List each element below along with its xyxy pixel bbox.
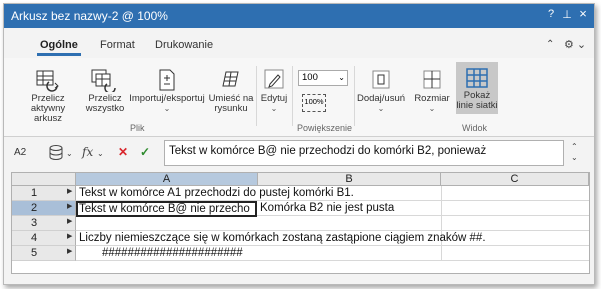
column-header-a[interactable]: A (76, 173, 258, 186)
edit-dropdown-icon: ⌄ (270, 104, 278, 113)
column-header-b[interactable]: B (258, 173, 441, 186)
spreadsheet-window: Arkusz bez nazwy-2 @ 100% ? ⊥ × Ogólne F… (3, 3, 595, 285)
import-export-icon (159, 69, 175, 91)
settings-gear-icon[interactable]: ⚙ ⌄ (564, 38, 586, 51)
help-button[interactable]: ? (544, 8, 558, 20)
ribbon-separator (354, 66, 355, 126)
row-expand-icon: ▶ (67, 188, 73, 195)
group-label-zoom: Powiększenie (297, 123, 353, 133)
recalc-all-icon (91, 69, 116, 92)
size-dropdown-icon: ⌄ (428, 104, 436, 113)
tab-print[interactable]: Drukowanie (155, 39, 213, 51)
row-number: 5 (30, 247, 38, 259)
row-expand-icon: ▶ (67, 248, 73, 255)
formula-scroll-up-icon[interactable]: ⌃ (571, 142, 578, 151)
column-divider (441, 186, 442, 261)
spreadsheet-grid: A B C 1 ▶ 2 ▶ 3 ▶ 4 ▶ 5 ▶ Tekst w komórce B@ … (11, 172, 590, 274)
add-remove-button[interactable]: Dodaj/usuń ⌄ (356, 68, 406, 114)
row-number: 2 (30, 202, 38, 214)
row-header-4[interactable]: 4 ▶ (12, 231, 76, 246)
edit-label: Edytuj (260, 93, 288, 104)
row-header-1[interactable]: 1 ▶ (12, 186, 76, 201)
pencil-icon (264, 69, 284, 89)
gridlines-icon (466, 68, 488, 88)
recalc-sheet-icon (36, 70, 59, 92)
zoom-value: 100 (302, 72, 318, 83)
row-number: 1 (30, 187, 38, 199)
show-gridlines-button[interactable]: Pokaż linie siatki (456, 62, 498, 114)
group-label-view: Widok (462, 123, 488, 133)
tab-format[interactable]: Format (100, 39, 135, 51)
ribbon: Przelicz aktywny arkusz Przelicz wszystk… (4, 58, 594, 137)
pin-button[interactable]: ⊥ (560, 8, 574, 21)
active-cell-a2[interactable]: Tekst w komórce B@ nie przecho (76, 201, 257, 217)
import-export-dropdown-icon: ⌄ (163, 104, 171, 113)
place-in-drawing-label: Umieść na rysunku (208, 93, 254, 114)
tab-general[interactable]: Ogólne (40, 39, 78, 51)
show-gridlines-label: Pokaż linie siatki (456, 90, 498, 111)
ribbon-separator (256, 66, 257, 126)
formula-input[interactable]: Tekst w komórce B@ nie przechodzi do kom… (164, 140, 564, 166)
import-export-label: Importuj/eksportuj (129, 93, 205, 104)
title-bar: Arkusz bez nazwy-2 @ 100% ? ⊥ × (4, 4, 594, 28)
database-icon[interactable] (48, 144, 66, 165)
row-expand-icon: ▶ (67, 233, 73, 240)
group-label-file: Plik (130, 123, 145, 133)
close-button[interactable]: × (576, 6, 590, 21)
collapse-ribbon-icon[interactable]: ⌃ (546, 39, 554, 50)
formula-scroll-down-icon[interactable]: ⌄ (571, 153, 578, 162)
cell-a4[interactable]: Liczby niemieszczące się w komórkach zos… (79, 232, 486, 244)
recalc-sheet-button[interactable]: Przelicz aktywny arkusz (18, 68, 78, 124)
cell-b2[interactable]: Komórka B2 nie jest pusta (260, 202, 394, 214)
column-header-c[interactable]: C (441, 173, 589, 186)
recalc-sheet-label: Przelicz aktywny arkusz (30, 93, 66, 124)
cell-a5[interactable]: ###################### (102, 247, 243, 259)
cell-a1[interactable]: Tekst w komórce A1 przechodzi do pustej … (79, 187, 354, 199)
add-remove-icon (372, 70, 390, 89)
zoom-100-button[interactable]: 100% (302, 94, 326, 112)
size-button[interactable]: Rozmiar ⌄ (412, 68, 452, 114)
ribbon-separator (292, 66, 293, 126)
row-expand-icon: ▶ (67, 218, 73, 225)
database-dropdown-icon[interactable]: ⌄ (66, 149, 73, 158)
add-remove-label: Dodaj/usuń (356, 93, 406, 104)
cell-a2-text: Tekst w komórce B@ nie przecho (79, 203, 250, 215)
row-expand-icon: ▶ (67, 203, 73, 210)
row-number: 4 (30, 232, 38, 244)
function-icon[interactable]: fx (82, 145, 93, 159)
row-header-3[interactable]: 3 ▶ (12, 216, 76, 231)
cancel-edit-icon[interactable]: ✕ (118, 145, 128, 159)
row-header-2[interactable]: 2 ▶ (12, 201, 76, 216)
table-row (76, 216, 589, 231)
row-header-5[interactable]: 5 ▶ (12, 246, 76, 261)
accept-edit-icon[interactable]: ✓ (140, 145, 150, 159)
import-export-button[interactable]: Importuj/eksportuj ⌄ (128, 68, 206, 114)
place-in-drawing-button[interactable]: Umieść na rysunku (207, 68, 255, 114)
recalc-all-label: Przelicz wszystko (85, 93, 125, 114)
size-label: Rozmiar (414, 93, 450, 104)
recalc-all-button[interactable]: Przelicz wszystko (82, 68, 128, 114)
ribbon-tabs: Ogólne Format Drukowanie ⌃ ⚙ ⌄ (4, 28, 594, 58)
zoom-dropdown-icon: ⌄ (338, 73, 345, 82)
formula-bar: A2 ⌄ fx ⌄ ✕ ✓ Tekst w komórce B@ nie prz… (4, 137, 594, 169)
add-remove-dropdown-icon: ⌄ (377, 104, 385, 113)
function-dropdown-icon[interactable]: ⌄ (97, 149, 104, 158)
cell-reference[interactable]: A2 (14, 147, 26, 158)
place-in-drawing-icon (222, 71, 239, 87)
row-number: 3 (30, 217, 38, 229)
active-tab-indicator (37, 53, 81, 56)
select-all-corner[interactable] (12, 173, 76, 186)
window-title: Arkusz bez nazwy-2 @ 100% (11, 9, 168, 23)
size-icon (423, 70, 441, 89)
edit-button[interactable]: Edytuj ⌄ (258, 68, 290, 114)
zoom-select[interactable]: 100 ⌄ (298, 70, 348, 86)
